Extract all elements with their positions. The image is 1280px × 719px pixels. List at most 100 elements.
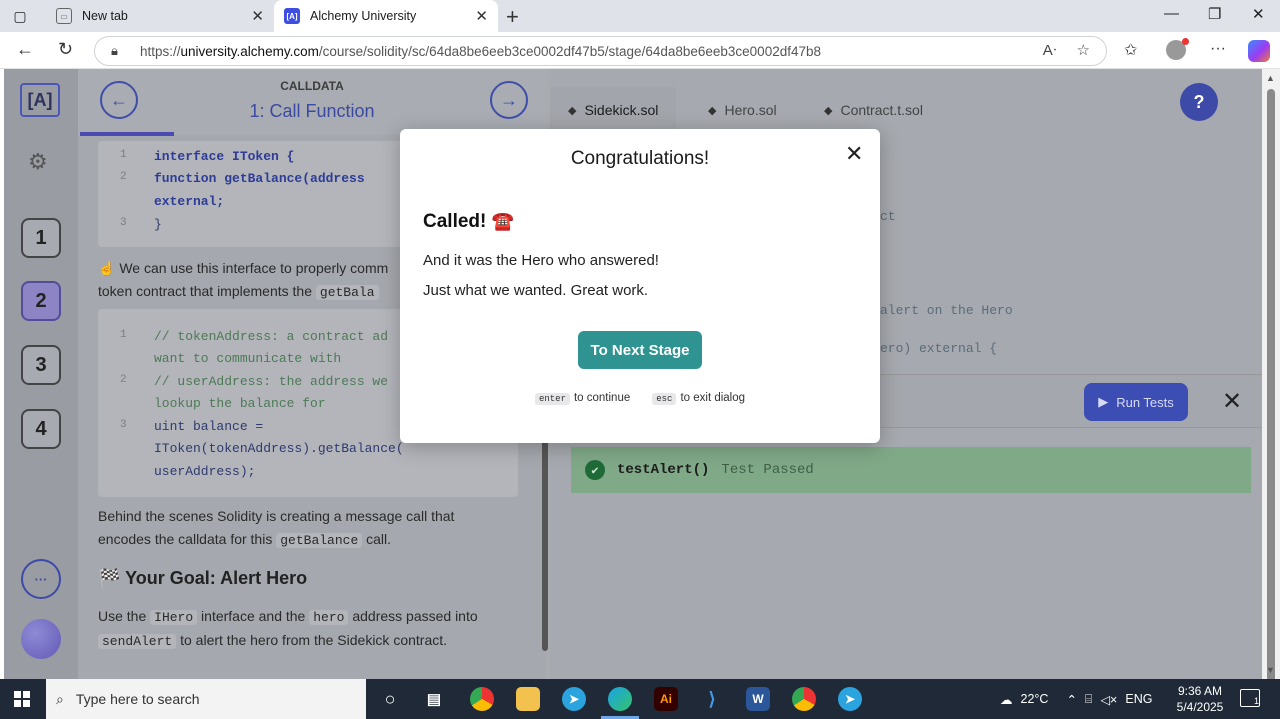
lock-icon[interactable]: 🔒︎ — [111, 43, 118, 59]
telegram-icon[interactable]: ➤ — [562, 687, 586, 711]
next-stage-arrow-button[interactable]: → — [490, 81, 528, 119]
refresh-icon[interactable]: ↻ — [58, 39, 73, 60]
cloud-icon: ☁ — [1000, 692, 1013, 707]
dialog-line-2: Just what we wanted. Great work. — [423, 282, 649, 299]
chrome-icon[interactable] — [470, 687, 494, 711]
windows-start-icon[interactable] — [14, 691, 30, 707]
clock[interactable]: 9:36 AM 5/4/2025 — [1170, 683, 1230, 715]
settings-gear-icon[interactable]: ⚙ — [28, 149, 48, 175]
code-line: } — [154, 217, 162, 232]
step-3-button[interactable]: 3 — [21, 345, 61, 385]
back-icon[interactable]: ← — [16, 39, 34, 60]
step-4-button[interactable]: 4 — [21, 409, 61, 449]
word-icon[interactable]: W — [746, 687, 770, 711]
more-menu-icon[interactable]: ··· — [1210, 40, 1226, 58]
file-explorer-icon[interactable] — [516, 687, 540, 711]
telephone-icon: ☎️ — [491, 211, 515, 231]
step-1-button[interactable]: 1 — [21, 218, 61, 258]
url-prefix: https:// — [140, 43, 181, 59]
ethereum-icon: ◆ — [708, 104, 717, 117]
copilot-icon[interactable] — [1248, 40, 1270, 62]
close-tab-icon[interactable]: ✕ — [475, 7, 488, 25]
play-icon: ▶ — [1098, 394, 1109, 409]
run-tests-button[interactable]: ▶ Run Tests — [1084, 383, 1188, 421]
close-icon[interactable]: ✕ — [845, 141, 863, 167]
vscode-icon[interactable]: ⟩ — [700, 687, 724, 711]
code-line: userAddress); — [154, 464, 256, 479]
lesson-header: ← CALLDATA 1: Call Function → — [78, 69, 546, 136]
tab-title: New tab — [82, 9, 128, 23]
lesson-paragraph-2: Behind the scenes Solidity is creating a… — [98, 508, 455, 548]
weather-temp[interactable]: 22°C — [1021, 692, 1049, 706]
next-stage-button[interactable]: To Next Stage — [578, 331, 702, 369]
chevron-up-icon[interactable]: ⌃ — [1066, 692, 1076, 707]
file-tab-hero[interactable]: ◆ Hero.sol — [690, 87, 795, 133]
code-fragment: alert on the Hero — [880, 303, 1013, 318]
check-icon: ✔ — [585, 460, 605, 480]
newtab-icon: ▭ — [56, 8, 72, 24]
file-tab-sidekick[interactable]: ◆ Sidekick.sol — [550, 87, 677, 133]
help-button[interactable]: ? — [1180, 83, 1218, 121]
read-aloud-icon[interactable]: Aᐧ — [1043, 41, 1057, 59]
test-name: testAlert() — [617, 462, 710, 478]
page-scrollbar[interactable]: ▲ ▼ — [1262, 69, 1280, 684]
browser-titlebar: ▢ ▭ New tab ✕ [A] Alchemy University ✕ +… — [0, 0, 1280, 32]
alchemy-logo[interactable]: [A] — [20, 83, 60, 117]
url-path: /course/solidity/sc/64da8be6eeb3ce0002df… — [318, 43, 821, 59]
keyboard-hints: enter to continue esc to exit dialog — [400, 392, 880, 405]
window-close-icon[interactable]: ✕ — [1252, 5, 1265, 23]
code-line: uint balance = — [154, 419, 264, 434]
restore-icon[interactable]: ❐ — [1208, 5, 1221, 23]
new-tab-icon[interactable]: + — [506, 4, 519, 30]
test-status: Test Passed — [721, 462, 814, 478]
url-host: university.alchemy.com — [180, 43, 319, 59]
code-fragment: ct — [880, 209, 896, 224]
progress-bar — [80, 132, 174, 136]
minimize-icon[interactable]: — — [1164, 5, 1179, 22]
profile-avatar-icon[interactable] — [1166, 38, 1189, 60]
network-icon[interactable]: ⌸ — [1085, 692, 1093, 707]
dialog-line-1: And it was the Hero who answered! — [423, 252, 659, 269]
file-tab-contract-test[interactable]: ◆ Contract.t.sol — [806, 87, 941, 133]
dialog-heading: Called! ☎️ — [423, 211, 515, 232]
enter-key: enter — [534, 393, 570, 405]
lesson-paragraph-3: Use the IHero interface and the hero add… — [98, 608, 478, 649]
volume-icon[interactable]: ◁× — [1100, 692, 1117, 707]
section-title: CALLDATA — [280, 79, 344, 93]
tab-alchemy-university[interactable]: [A] Alchemy University ✕ — [274, 0, 498, 32]
code-fragment: ero) external { — [880, 341, 998, 356]
stage-title: 1: Call Function — [249, 101, 375, 121]
taskbar-search[interactable]: ⌕ Type here to search — [46, 679, 366, 719]
code-line: // userAddress: the address we — [154, 374, 389, 389]
code-line: external; — [154, 194, 225, 209]
code-line: interface IToken { — [154, 149, 295, 164]
favorite-star-icon[interactable]: ☆ — [1077, 41, 1090, 59]
notification-icon[interactable]: 1 — [1240, 689, 1260, 707]
task-view-icon[interactable]: ○ — [378, 687, 402, 711]
close-panel-icon[interactable]: ✕ — [1222, 387, 1242, 416]
test-result-row: ✔ testAlert() Test Passed — [571, 447, 1251, 493]
ethereum-icon: ◆ — [568, 104, 577, 117]
widgets-icon[interactable]: ▤ — [422, 687, 446, 711]
telegram-icon[interactable]: ➤ — [838, 687, 862, 711]
language-indicator[interactable]: ENG — [1125, 692, 1152, 706]
illustrator-icon[interactable]: Ai — [654, 687, 678, 711]
sidebar-toggle-icon[interactable]: ▢ — [11, 7, 29, 25]
more-options-icon[interactable]: ··· — [21, 559, 61, 599]
tab-title: Alchemy University — [310, 9, 417, 23]
tab-new-tab[interactable]: ▭ New tab ✕ — [46, 0, 274, 32]
address-bar[interactable]: 🔒︎ https://university.alchemy.com/course… — [94, 36, 1107, 66]
close-tab-icon[interactable]: ✕ — [251, 7, 264, 25]
edge-icon[interactable] — [608, 687, 632, 711]
code-line: want to communicate with — [154, 351, 342, 366]
congratulations-dialog: Congratulations! ✕ Called! ☎️ And it was… — [400, 129, 880, 443]
windows-taskbar: ⌕ Type here to search ○ ▤ ➤ Ai ⟩ W ➤ ☁ 2… — [0, 679, 1280, 719]
chrome-icon[interactable] — [792, 687, 816, 711]
code-line: function getBalance(address — [154, 171, 365, 186]
favorites-icon[interactable]: ✩ — [1124, 40, 1137, 60]
user-avatar[interactable] — [21, 619, 61, 659]
alchemy-favicon: [A] — [284, 8, 300, 24]
esc-key: esc — [652, 393, 677, 405]
address-row: ← ↻ 🔒︎ https://university.alchemy.com/co… — [0, 32, 1280, 69]
step-2-button[interactable]: 2 — [21, 281, 61, 321]
